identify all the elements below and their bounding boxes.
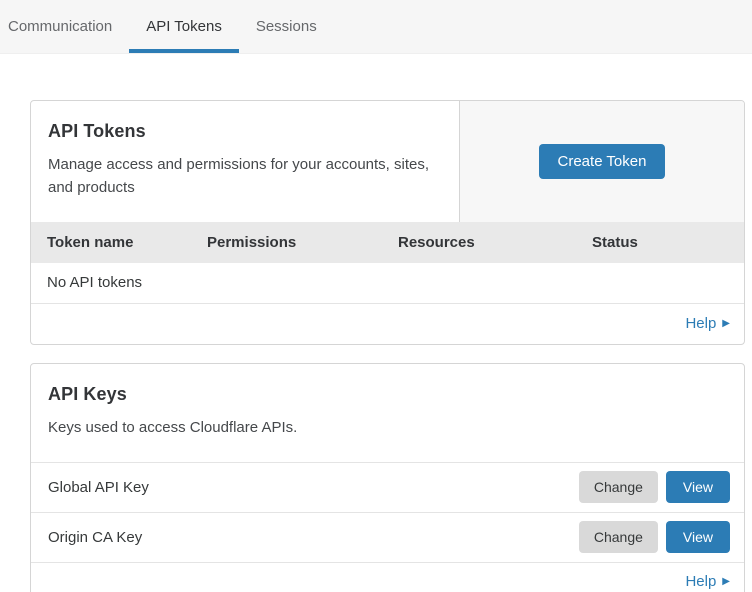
- token-table-header: Token name Permissions Resources Status: [31, 222, 744, 263]
- arrow-right-icon: ▶: [722, 577, 730, 587]
- help-link-label: Help: [685, 573, 716, 590]
- create-token-panel: Create Token: [459, 101, 744, 222]
- api-keys-card-header: API Keys Keys used to access Cloudflare …: [31, 364, 744, 462]
- main-content: API Tokens Manage access and permissions…: [0, 54, 752, 592]
- settings-tab-bar: Communication API Tokens Sessions: [0, 0, 752, 54]
- arrow-right-icon: ▶: [722, 319, 730, 329]
- global-api-key-row: Global API Key Change View: [31, 462, 744, 512]
- column-token-name: Token name: [47, 234, 207, 251]
- api-keys-description: Keys used to access Cloudflare APIs.: [48, 416, 448, 439]
- global-api-key-change-button[interactable]: Change: [579, 471, 658, 503]
- tab-communication[interactable]: Communication: [0, 0, 129, 53]
- api-tokens-card-footer: Help ▶: [31, 304, 744, 344]
- column-status: Status: [592, 234, 744, 251]
- api-keys-help-link[interactable]: Help ▶: [685, 573, 730, 590]
- api-tokens-help-link[interactable]: Help ▶: [685, 315, 730, 332]
- origin-ca-key-change-button[interactable]: Change: [579, 521, 658, 553]
- tab-sessions[interactable]: Sessions: [239, 0, 334, 53]
- token-table-empty-row: No API tokens: [31, 263, 744, 304]
- origin-ca-key-row: Origin CA Key Change View: [31, 512, 744, 562]
- api-tokens-card-header: API Tokens Manage access and permissions…: [31, 101, 744, 222]
- tab-api-tokens[interactable]: API Tokens: [129, 0, 239, 53]
- origin-ca-key-label: Origin CA Key: [48, 529, 579, 546]
- origin-ca-key-view-button[interactable]: View: [666, 521, 730, 553]
- api-tokens-title: API Tokens: [48, 121, 435, 142]
- global-api-key-view-button[interactable]: View: [666, 471, 730, 503]
- api-tokens-card: API Tokens Manage access and permissions…: [30, 100, 745, 345]
- column-permissions: Permissions: [207, 234, 398, 251]
- api-tokens-card-header-text: API Tokens Manage access and permissions…: [31, 101, 459, 222]
- no-api-tokens-message: No API tokens: [47, 274, 142, 291]
- global-api-key-label: Global API Key: [48, 479, 579, 496]
- create-token-button[interactable]: Create Token: [539, 144, 666, 179]
- column-resources: Resources: [398, 234, 592, 251]
- help-link-label: Help: [685, 315, 716, 332]
- api-keys-title: API Keys: [48, 384, 728, 405]
- api-tokens-description: Manage access and permissions for your a…: [48, 153, 435, 200]
- api-keys-card-footer: Help ▶: [31, 562, 744, 592]
- api-keys-card: API Keys Keys used to access Cloudflare …: [30, 363, 745, 592]
